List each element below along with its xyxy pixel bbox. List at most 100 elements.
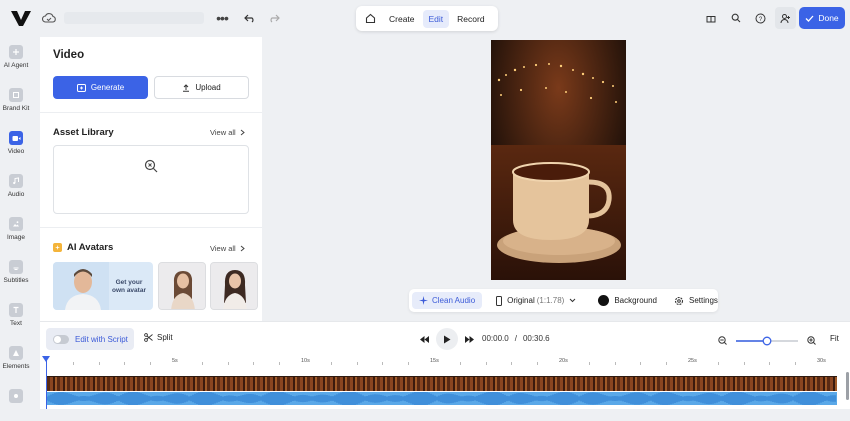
rail-item-more[interactable]: [0, 381, 32, 421]
undo-icon[interactable]: [240, 10, 258, 26]
background-button[interactable]: Background: [598, 295, 657, 306]
toggle-switch[interactable]: [53, 334, 69, 344]
settings-button[interactable]: Settings: [674, 296, 718, 306]
zoom-slider-thumb[interactable]: [762, 336, 772, 346]
phone-frame-icon: [496, 295, 503, 306]
help-icon[interactable]: ?: [752, 10, 768, 26]
ruler-tick: [743, 362, 745, 365]
ruler-tick: [459, 362, 461, 365]
video-preview[interactable]: [491, 40, 626, 280]
skip-back-icon[interactable]: [418, 334, 430, 344]
rail-item-video[interactable]: Video: [0, 123, 32, 163]
ruler-tick: [769, 362, 771, 365]
play-button[interactable]: [436, 328, 458, 350]
zoom-in-icon[interactable]: [807, 336, 816, 345]
timeline-ruler[interactable]: 5s 10s 15s 20s 25s 30s: [40, 355, 850, 369]
rail-item-ai-agent[interactable]: AI Agent: [0, 37, 32, 77]
ruler-tick: [717, 362, 719, 365]
done-button[interactable]: Done: [799, 7, 845, 29]
rail-item-subtitles[interactable]: Subtitles: [0, 252, 32, 292]
home-icon[interactable]: [359, 9, 381, 28]
ai-agent-icon: [9, 45, 23, 59]
rail-label: Subtitles: [3, 277, 29, 284]
ruler-tick: [330, 362, 332, 365]
more-tools-icon: [9, 389, 23, 403]
rail-item-elements[interactable]: Elements: [0, 338, 32, 378]
divider: [40, 227, 262, 228]
avatar-card[interactable]: [210, 262, 258, 310]
mode-create[interactable]: Create: [383, 10, 421, 28]
cloud-sync-icon[interactable]: [40, 10, 58, 26]
vertical-scrollbar[interactable]: [846, 372, 849, 400]
rail-item-image[interactable]: Image: [0, 209, 32, 249]
fit-button[interactable]: Fit: [830, 334, 839, 343]
time-separator: /: [514, 334, 517, 343]
ruler-tick: [795, 362, 797, 365]
rail-label: Elements: [2, 363, 30, 370]
divider: [40, 112, 262, 113]
check-icon: [805, 15, 814, 22]
chevron-right-icon: [240, 129, 245, 136]
panel-title: Video: [53, 49, 85, 61]
ruler-label: 20s: [559, 358, 568, 364]
scissors-icon: [144, 333, 153, 342]
ruler-tick: [666, 362, 668, 365]
rail-item-audio[interactable]: Audio: [0, 166, 32, 206]
asset-library-view-all[interactable]: View all: [210, 128, 245, 137]
split-button[interactable]: Split: [144, 333, 173, 342]
project-title-input[interactable]: [64, 12, 204, 24]
video-toolbar: Clean Audio Original (1:1.78) Background…: [409, 289, 718, 312]
ruler-tick: [614, 362, 616, 365]
get-own-avatar-card[interactable]: Get your own avatar: [53, 262, 153, 310]
aspect-ratio-select[interactable]: Original (1:1.78): [496, 295, 576, 306]
upload-icon: [183, 83, 190, 92]
ruler-tick: [537, 362, 539, 365]
search-icon[interactable]: [728, 10, 744, 26]
background-label: Background: [614, 296, 658, 305]
chevron-right-icon: [240, 245, 245, 252]
edit-with-script-toggle[interactable]: Edit with Script: [46, 328, 134, 350]
avatar-man-image: [53, 262, 109, 310]
rail-label: Video: [7, 148, 25, 155]
generate-icon: [76, 83, 86, 92]
time-display: 00:00.0 / 00:30.6: [482, 334, 550, 343]
generate-button[interactable]: Generate: [53, 76, 148, 99]
app-logo-icon[interactable]: [10, 9, 32, 27]
rail-label: AI Agent: [3, 62, 29, 69]
skip-forward-icon[interactable]: [463, 334, 475, 344]
clean-audio-label: Clean Audio: [432, 296, 476, 305]
subtitles-icon: [9, 260, 23, 274]
ruler-tick: [408, 362, 410, 365]
upload-label: Upload: [195, 83, 221, 92]
mode-edit[interactable]: Edit: [422, 9, 450, 28]
search-asset-icon: [144, 159, 158, 172]
ai-avatars-badge-icon: [53, 243, 62, 252]
ruler-tick: [150, 362, 152, 365]
audio-icon: [9, 174, 23, 188]
upload-button[interactable]: Upload: [154, 76, 249, 99]
audio-waveform-track[interactable]: [47, 392, 837, 405]
sparkle-icon: [419, 296, 428, 305]
more-options-icon[interactable]: •••: [213, 10, 231, 26]
redo-icon[interactable]: [265, 10, 283, 26]
ruler-tick: [227, 362, 229, 365]
zoom-out-icon[interactable]: [718, 336, 727, 345]
ruler-tick: [382, 362, 384, 365]
video-clip-track[interactable]: [47, 376, 837, 391]
rail-item-text[interactable]: Text: [0, 295, 32, 335]
rail-label: Brand Kit: [2, 105, 30, 112]
zoom-control: [718, 334, 838, 346]
rail-item-brand-kit[interactable]: Brand Kit: [0, 80, 32, 120]
share-user-icon[interactable]: [775, 7, 796, 29]
avatar-card[interactable]: [158, 262, 206, 310]
generate-label: Generate: [90, 83, 125, 92]
chevron-down-icon: [569, 298, 576, 303]
gift-icon[interactable]: [703, 10, 719, 26]
mode-record[interactable]: Record: [451, 10, 490, 28]
clean-audio-button[interactable]: Clean Audio: [412, 292, 483, 309]
mode-switcher: Create Edit Record: [356, 6, 498, 31]
ai-avatars-view-all[interactable]: View all: [210, 244, 245, 253]
play-icon: [444, 335, 451, 343]
ruler-tick: [279, 362, 281, 365]
asset-library-empty[interactable]: [53, 145, 249, 214]
